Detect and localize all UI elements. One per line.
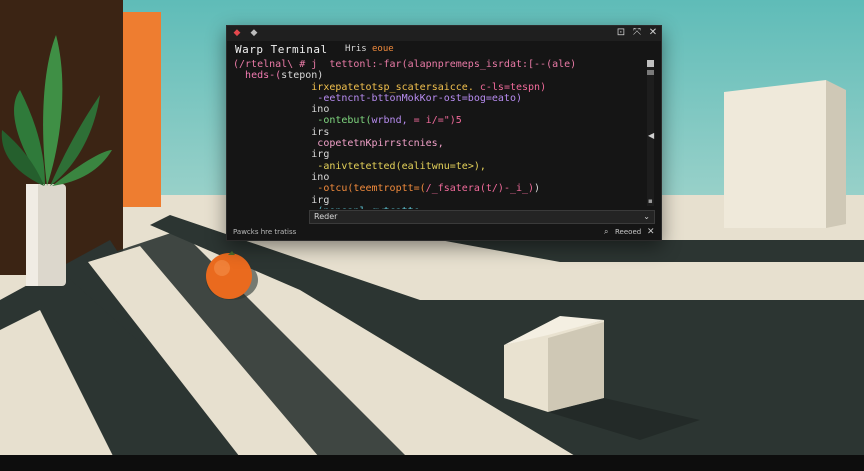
command-input[interactable]: Reder ⌄ — [309, 210, 655, 224]
code-token: (/rtelnal\ # j tettonl:-far(alapnpremeps… — [233, 59, 577, 70]
code-line: copetetnKpirrstcnies, — [233, 138, 645, 149]
code-token: irg — [311, 149, 330, 161]
close-icon[interactable]: ✕ — [647, 227, 655, 237]
code-token: = i/=")5 — [413, 115, 462, 127]
status-left-text: Pawcks hre tratiss — [233, 228, 297, 236]
minimize-dot-icon[interactable]: ◆ — [250, 29, 258, 38]
scroll-up-button[interactable] — [647, 60, 654, 67]
code-line: ino — [233, 104, 645, 115]
status-right-text[interactable]: Reeoed — [615, 228, 641, 236]
bottom-bar — [0, 455, 864, 471]
code-line: -anivtetetted(ealitwnu=te>), — [233, 161, 645, 172]
search-icon[interactable]: ⌕ — [604, 227, 608, 237]
code-line: -eetncnt-bttonMokKor-ost=bog=eato) — [233, 93, 645, 104]
status-bar: Pawcks hre tratiss ⌕ Reeoed ✕ — [227, 226, 661, 240]
code-token: stepon) — [281, 70, 324, 82]
split-pane-button[interactable]: ⤧ — [631, 27, 643, 39]
close-dot-icon[interactable]: ◆ — [233, 29, 241, 38]
code-line: ino — [233, 172, 645, 183]
tab-label[interactable]: Hris — [345, 44, 367, 54]
scroll-down-icon[interactable]: ▪ — [648, 197, 653, 205]
code-line: (nopsapl=gwtcatte, — [233, 206, 645, 209]
code-token: wrbnd, — [371, 115, 414, 127]
tab-accent-label[interactable]: eoue — [372, 44, 394, 54]
close-window-button[interactable]: ✕ — [647, 27, 659, 39]
chevron-down-icon[interactable]: ⌄ — [643, 211, 650, 223]
code-token: /_fsatera(t/)-_i_) — [425, 183, 535, 195]
app-title: Warp Terminal — [235, 43, 328, 56]
code-token: irxepatetotsp_scatersaicce. — [311, 81, 480, 93]
tab-bar: Warp Terminal Hris eoue — [227, 41, 661, 59]
terminal-window: ◆ ◆ ⊡ ⤧ ✕ Warp Terminal Hris eoue (/rtel… — [226, 25, 662, 241]
window-titlebar[interactable]: ◆ ◆ ⊡ ⤧ ✕ — [227, 26, 661, 41]
code-line: irg — [233, 149, 645, 160]
code-token: ino — [311, 171, 330, 183]
code-line: -otcu(teemtroptt=(/_fsatera(t/)-_i_)) — [233, 183, 645, 194]
maximize-button[interactable]: ⊡ — [615, 27, 627, 39]
code-line: (/rtelnal\ # j tettonl:-far(alapnpremeps… — [233, 59, 645, 70]
terminal-output[interactable]: (/rtelnal\ # j tettonl:-far(alapnpremeps… — [233, 59, 645, 209]
code-line: irs — [233, 127, 645, 138]
command-input-value[interactable]: Reder — [314, 211, 337, 223]
code-token: irs — [311, 126, 330, 138]
scrollbar-thumb[interactable] — [647, 70, 654, 75]
code-token: (nopsapl=gwtcatte, — [317, 206, 425, 209]
code-line: irxepatetotsp_scatersaicce. c-ls=tespn) — [233, 82, 645, 93]
code-token: copetetnKpirrstcnies, — [317, 138, 444, 150]
code-line: -ontebut(wrbnd, = i/=")5 — [233, 115, 645, 126]
code-token: -ontebut( — [317, 115, 372, 127]
code-line: heds-(stepon) — [233, 70, 645, 81]
code-token: -eetncnt-bttonMokKor-ost=bog=eato) — [317, 92, 522, 104]
code-token: ) — [534, 183, 541, 195]
code-token: ino — [311, 104, 330, 116]
code-token: -otcu(teemtroptt=( — [311, 183, 426, 195]
code-token: irg — [311, 194, 330, 206]
code-line: irg — [233, 195, 645, 206]
collapse-arrow-icon[interactable]: ◀ — [648, 131, 654, 140]
code-token: heds-( — [245, 70, 282, 82]
code-token: c-ls=tespn) — [479, 81, 547, 93]
code-token: -anivtetetted(ealitwnu=te>), — [311, 160, 486, 172]
